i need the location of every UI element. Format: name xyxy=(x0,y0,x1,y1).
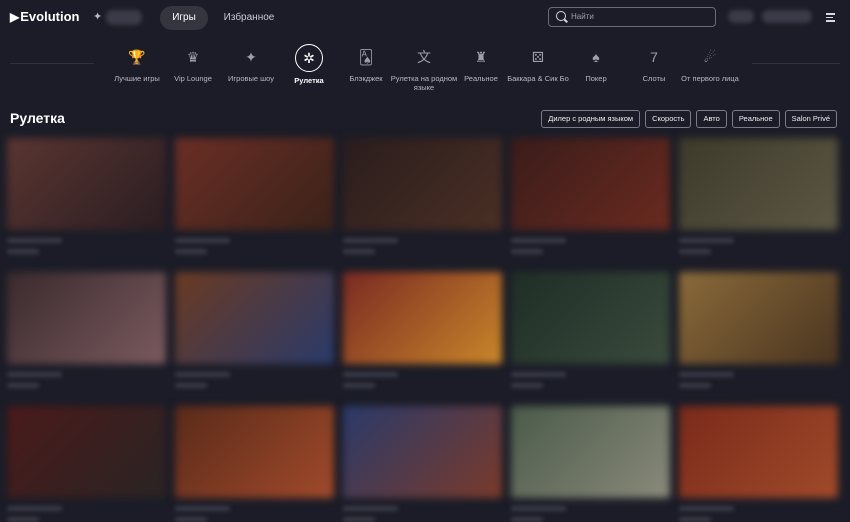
game-thumbnail[interactable] xyxy=(175,138,334,230)
game-meta-blurred xyxy=(511,249,543,254)
section-title: Рулетка xyxy=(10,110,65,126)
divider-left xyxy=(10,63,94,64)
game-name-blurred xyxy=(679,372,734,377)
blurred-user-info xyxy=(728,10,754,23)
category-label: От первого лица xyxy=(681,74,739,83)
roulette-wheel-icon: ✲ xyxy=(295,44,323,72)
game-meta-blurred xyxy=(7,383,39,388)
game-tile[interactable] xyxy=(679,138,838,254)
game-name-blurred xyxy=(343,506,398,511)
slot-machine-icon: 7 xyxy=(650,49,658,65)
blurred-balance xyxy=(106,10,142,25)
game-name-blurred xyxy=(511,372,566,377)
game-meta-blurred xyxy=(175,249,207,254)
game-thumbnail[interactable] xyxy=(175,406,334,498)
vip-crown-icon: ♛ xyxy=(186,48,200,65)
game-thumbnail[interactable] xyxy=(7,138,166,230)
game-name-blurred xyxy=(175,372,230,377)
game-show-icon: ✦ xyxy=(245,48,257,65)
game-tile[interactable] xyxy=(175,406,334,522)
game-meta-blurred xyxy=(343,249,375,254)
game-name-blurred xyxy=(175,238,230,243)
search-box[interactable] xyxy=(548,7,716,27)
game-thumbnail[interactable] xyxy=(7,406,166,498)
game-tile[interactable] xyxy=(679,406,838,522)
game-thumbnail[interactable] xyxy=(511,138,670,230)
game-name-blurred xyxy=(7,506,62,511)
filter-chip-2[interactable]: Скорость xyxy=(645,110,692,128)
game-name-blurred xyxy=(7,238,62,243)
tab-favorites[interactable]: Избранное xyxy=(220,6,278,30)
game-meta-blurred xyxy=(679,383,711,388)
category-11[interactable]: ☄ От первого лица xyxy=(675,44,745,84)
game-meta-blurred xyxy=(343,383,375,388)
search-input[interactable] xyxy=(571,9,709,24)
game-tile[interactable] xyxy=(7,406,166,522)
game-thumbnail[interactable] xyxy=(511,406,670,498)
tab-games[interactable]: Игры xyxy=(160,6,208,30)
divider-right xyxy=(752,63,840,64)
game-thumbnail[interactable] xyxy=(343,406,502,498)
game-name-blurred xyxy=(511,238,566,243)
filter-chip-4[interactable]: Реальное xyxy=(731,110,780,128)
game-meta-blurred xyxy=(175,383,207,388)
real-casino-icon: ♜ xyxy=(474,48,488,65)
blackjack-cards-icon: 🂡 xyxy=(358,48,374,65)
game-thumbnail[interactable] xyxy=(7,272,166,364)
game-meta-blurred xyxy=(343,517,375,522)
game-thumbnail[interactable] xyxy=(343,138,502,230)
filter-chip-1[interactable]: Дилер с родным языком xyxy=(541,110,641,128)
first-person-icon: ☄ xyxy=(703,48,717,65)
search-icon xyxy=(556,11,566,21)
game-thumbnail[interactable] xyxy=(511,272,670,364)
game-tile[interactable] xyxy=(7,272,166,388)
native-language-icon: 文 xyxy=(417,49,431,65)
game-tile[interactable] xyxy=(7,138,166,254)
podium-icon: 🏆 xyxy=(128,48,146,65)
game-name-blurred xyxy=(175,506,230,511)
game-meta-blurred xyxy=(7,517,39,522)
game-meta-blurred xyxy=(679,249,711,254)
logo-text: Evolution xyxy=(20,9,80,24)
blurred-account[interactable] xyxy=(762,10,812,23)
evolution-logo[interactable]: ▶ Evolution xyxy=(10,9,79,24)
poker-cards-icon: ♠ xyxy=(592,49,600,65)
game-name-blurred xyxy=(343,372,398,377)
sparkle-icon[interactable]: ✦ xyxy=(93,10,102,23)
game-tile[interactable] xyxy=(175,272,334,388)
game-name-blurred xyxy=(511,506,566,511)
game-name-blurred xyxy=(343,238,398,243)
game-meta-blurred xyxy=(511,517,543,522)
game-meta-blurred xyxy=(679,517,711,522)
game-tile[interactable] xyxy=(511,138,670,254)
game-thumbnail[interactable] xyxy=(175,272,334,364)
logo-mark-icon: ▶ xyxy=(10,9,20,24)
game-tile[interactable] xyxy=(175,138,334,254)
game-thumbnail[interactable] xyxy=(679,406,838,498)
game-tile[interactable] xyxy=(511,406,670,522)
game-thumbnail[interactable] xyxy=(679,272,838,364)
game-meta-blurred xyxy=(511,383,543,388)
game-tile[interactable] xyxy=(343,272,502,388)
hamburger-menu-icon[interactable] xyxy=(826,13,835,22)
filter-chips: Дилер с родным языком Скорость Авто Реально… xyxy=(541,110,837,128)
game-tile[interactable] xyxy=(343,406,502,522)
game-tile[interactable] xyxy=(511,272,670,388)
game-meta-blurred xyxy=(175,517,207,522)
dice-icon: ⚄ xyxy=(531,48,545,65)
game-thumbnail[interactable] xyxy=(679,138,838,230)
game-tile[interactable] xyxy=(679,272,838,388)
filter-chip-5[interactable]: Salon Privé xyxy=(784,110,837,128)
game-name-blurred xyxy=(679,506,734,511)
game-thumbnail[interactable] xyxy=(343,272,502,364)
game-meta-blurred xyxy=(7,249,39,254)
game-tile[interactable] xyxy=(343,138,502,254)
filter-chip-3[interactable]: Авто xyxy=(696,110,727,128)
game-name-blurred xyxy=(679,238,734,243)
top-header: ▶ Evolution ✦ Игры Избранное xyxy=(0,0,850,36)
game-name-blurred xyxy=(7,372,62,377)
